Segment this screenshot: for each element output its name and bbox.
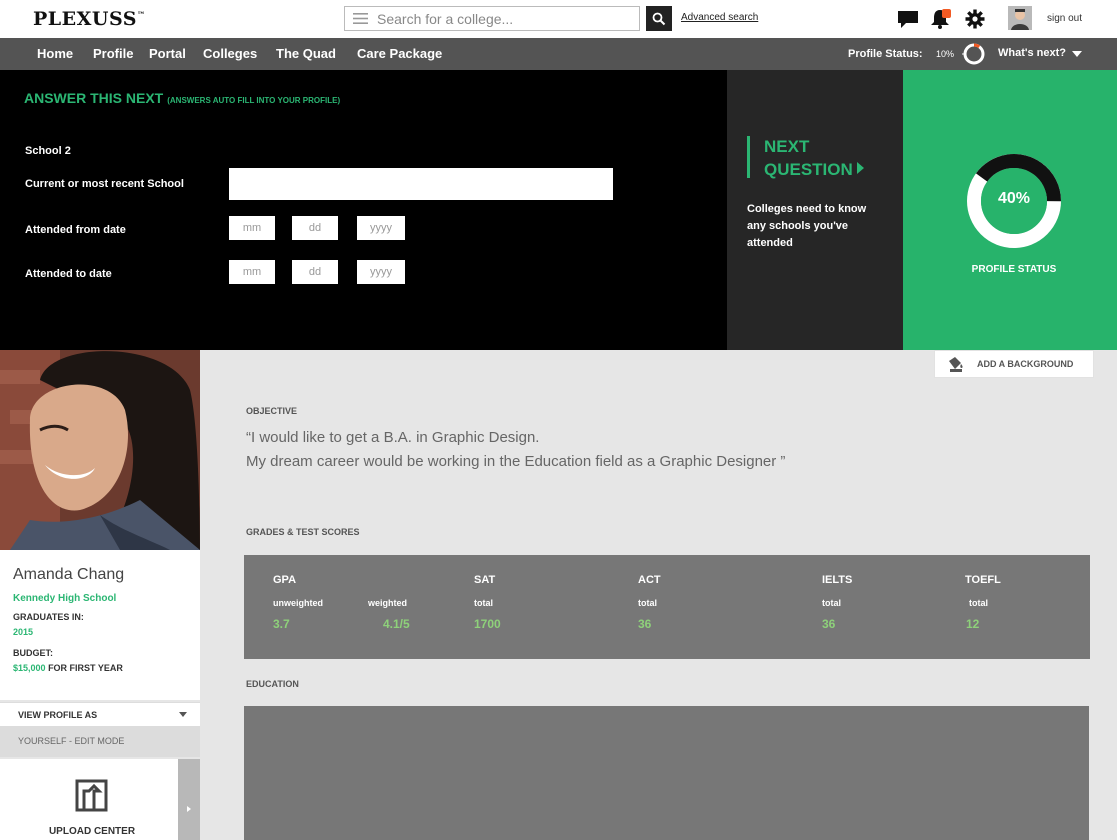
upload-center[interactable]: UPLOAD CENTER [0,759,178,840]
whats-next-menu[interactable]: What's next? [998,47,1066,59]
next-question-description: Colleges need to know any schools you've… [747,203,867,249]
objective-heading: OBJECTIVE [246,406,298,416]
answer-panel-title: ANSWER THIS NEXT (ANSWERS AUTO FILL INTO … [24,90,341,106]
ielts-value: 36 [822,617,836,631]
view-mode-option[interactable]: YOURSELF - EDIT MODE [0,726,200,757]
profile-status-panel: 40% PROFILE STATUS [903,70,1117,350]
upload-panel-toggle[interactable] [178,759,200,840]
to-date-label: Attended to date [25,268,112,280]
arrow-right-icon [187,806,191,812]
profile-card: Amanda Chang Kennedy High School GRADUAT… [0,550,200,700]
nav-the-quad[interactable]: The Quad [276,46,336,61]
main-nav: Home Profile Portal Colleges The Quad Ca… [0,38,1117,70]
act-sub-label: total [638,598,657,608]
add-background-button[interactable]: ADD A BACKGROUND [934,350,1094,378]
sat-value: 1700 [474,617,501,631]
gpa-unweighted-value: 3.7 [273,617,290,631]
education-heading: EDUCATION [246,679,299,689]
profile-status-ring[interactable] [962,42,986,66]
graduates-label: GRADUATES IN: [13,612,84,622]
notification-badge [942,9,951,18]
search-button[interactable] [646,6,672,31]
toefl-heading: TOEFL [965,574,1001,586]
nav-portal[interactable]: Portal [149,46,186,61]
school-label: Current or most recent School [25,178,184,190]
toefl-value: 12 [966,617,980,631]
section-heading: School 2 [25,145,71,157]
plexuss-logo[interactable]: PLEXUSS™ [33,8,145,30]
paint-bucket-icon [949,357,963,372]
answer-panel-subtitle: (ANSWERS AUTO FILL INTO YOUR PROFILE) [167,96,341,105]
objective-text: “I would like to get a B.A. in Graphic D… [246,429,786,470]
user-avatar[interactable] [1008,6,1032,30]
menu-icon[interactable] [353,13,368,24]
graduates-year: 2015 [13,627,34,637]
gpa-weighted-value: 4.1/5 [383,617,410,631]
view-profile-as-label: VIEW PROFILE AS [18,710,98,720]
search-icon [652,12,666,25]
to-month-input[interactable] [229,260,275,284]
profile-photo [0,350,200,550]
to-year-input[interactable] [357,260,405,284]
next-question-button[interactable]: NEXT QUESTION [764,135,894,181]
next-question-panel: NEXT QUESTION Colleges need to know any … [727,70,903,350]
chat-icon[interactable] [897,8,919,30]
view-profile-as-dropdown[interactable]: VIEW PROFILE AS [0,702,200,726]
upload-icon [75,779,108,812]
nav-care-package[interactable]: Care Package [357,46,442,61]
chevron-down-icon [179,712,187,717]
add-background-label: ADD A BACKGROUND [977,359,1074,369]
sat-heading: SAT [474,574,496,586]
advanced-search-link[interactable]: Advanced search [681,12,758,23]
from-date-label: Attended from date [25,224,126,236]
budget-label: BUDGET: [13,648,53,658]
view-mode-label: YOURSELF - EDIT MODE [18,736,125,746]
arrow-right-icon [856,162,864,174]
toefl-sub-label: total [969,598,988,608]
act-value: 36 [638,617,652,631]
search-bar [344,6,640,31]
nav-colleges[interactable]: Colleges [203,46,257,61]
school-input[interactable] [229,168,613,200]
ielts-heading: IELTS [822,574,853,586]
education-panel [244,706,1089,840]
gpa-weighted-label: weighted [368,598,408,608]
profile-status-percent-label: 40% [997,190,1031,207]
gear-icon[interactable] [964,8,986,30]
logo-text: PLEXUSS [33,8,137,30]
nav-home[interactable]: Home [37,46,73,61]
upload-center-label: UPLOAD CENTER [48,826,136,837]
sat-sub-label: total [474,598,493,608]
accent-bar [747,136,750,178]
profile-school[interactable]: Kennedy High School [13,593,116,604]
profile-status-percent: 10% [936,49,955,59]
profile-name: Amanda Chang [13,566,125,583]
grades-heading: GRADES & TEST SCORES [246,527,360,537]
to-day-input[interactable] [292,260,338,284]
from-month-input[interactable] [229,216,275,240]
profile-status-label: Profile Status: [848,48,923,60]
from-year-input[interactable] [357,216,405,240]
logo-trademark: ™ [136,9,146,20]
from-day-input[interactable] [292,216,338,240]
top-bar: PLEXUSS™ Advanced search [0,0,1117,38]
gpa-heading: GPA [273,574,297,586]
gpa-unweighted-label: unweighted [273,598,323,608]
budget-value: $15,000 FOR FIRST YEAR [13,663,123,673]
profile-status-caption: PROFILE STATUS [971,264,1057,275]
scores-panel: GPA unweighted weighted 3.7 4.1/5 SAT to… [244,555,1090,659]
act-heading: ACT [638,574,661,586]
answer-next-panel: ANSWER THIS NEXT (ANSWERS AUTO FILL INTO … [0,70,727,350]
ielts-sub-label: total [822,598,841,608]
nav-profile[interactable]: Profile [93,46,133,61]
chevron-down-icon[interactable] [1072,51,1082,57]
search-input[interactable] [377,9,632,28]
sign-out-link[interactable]: sign out [1047,13,1082,24]
